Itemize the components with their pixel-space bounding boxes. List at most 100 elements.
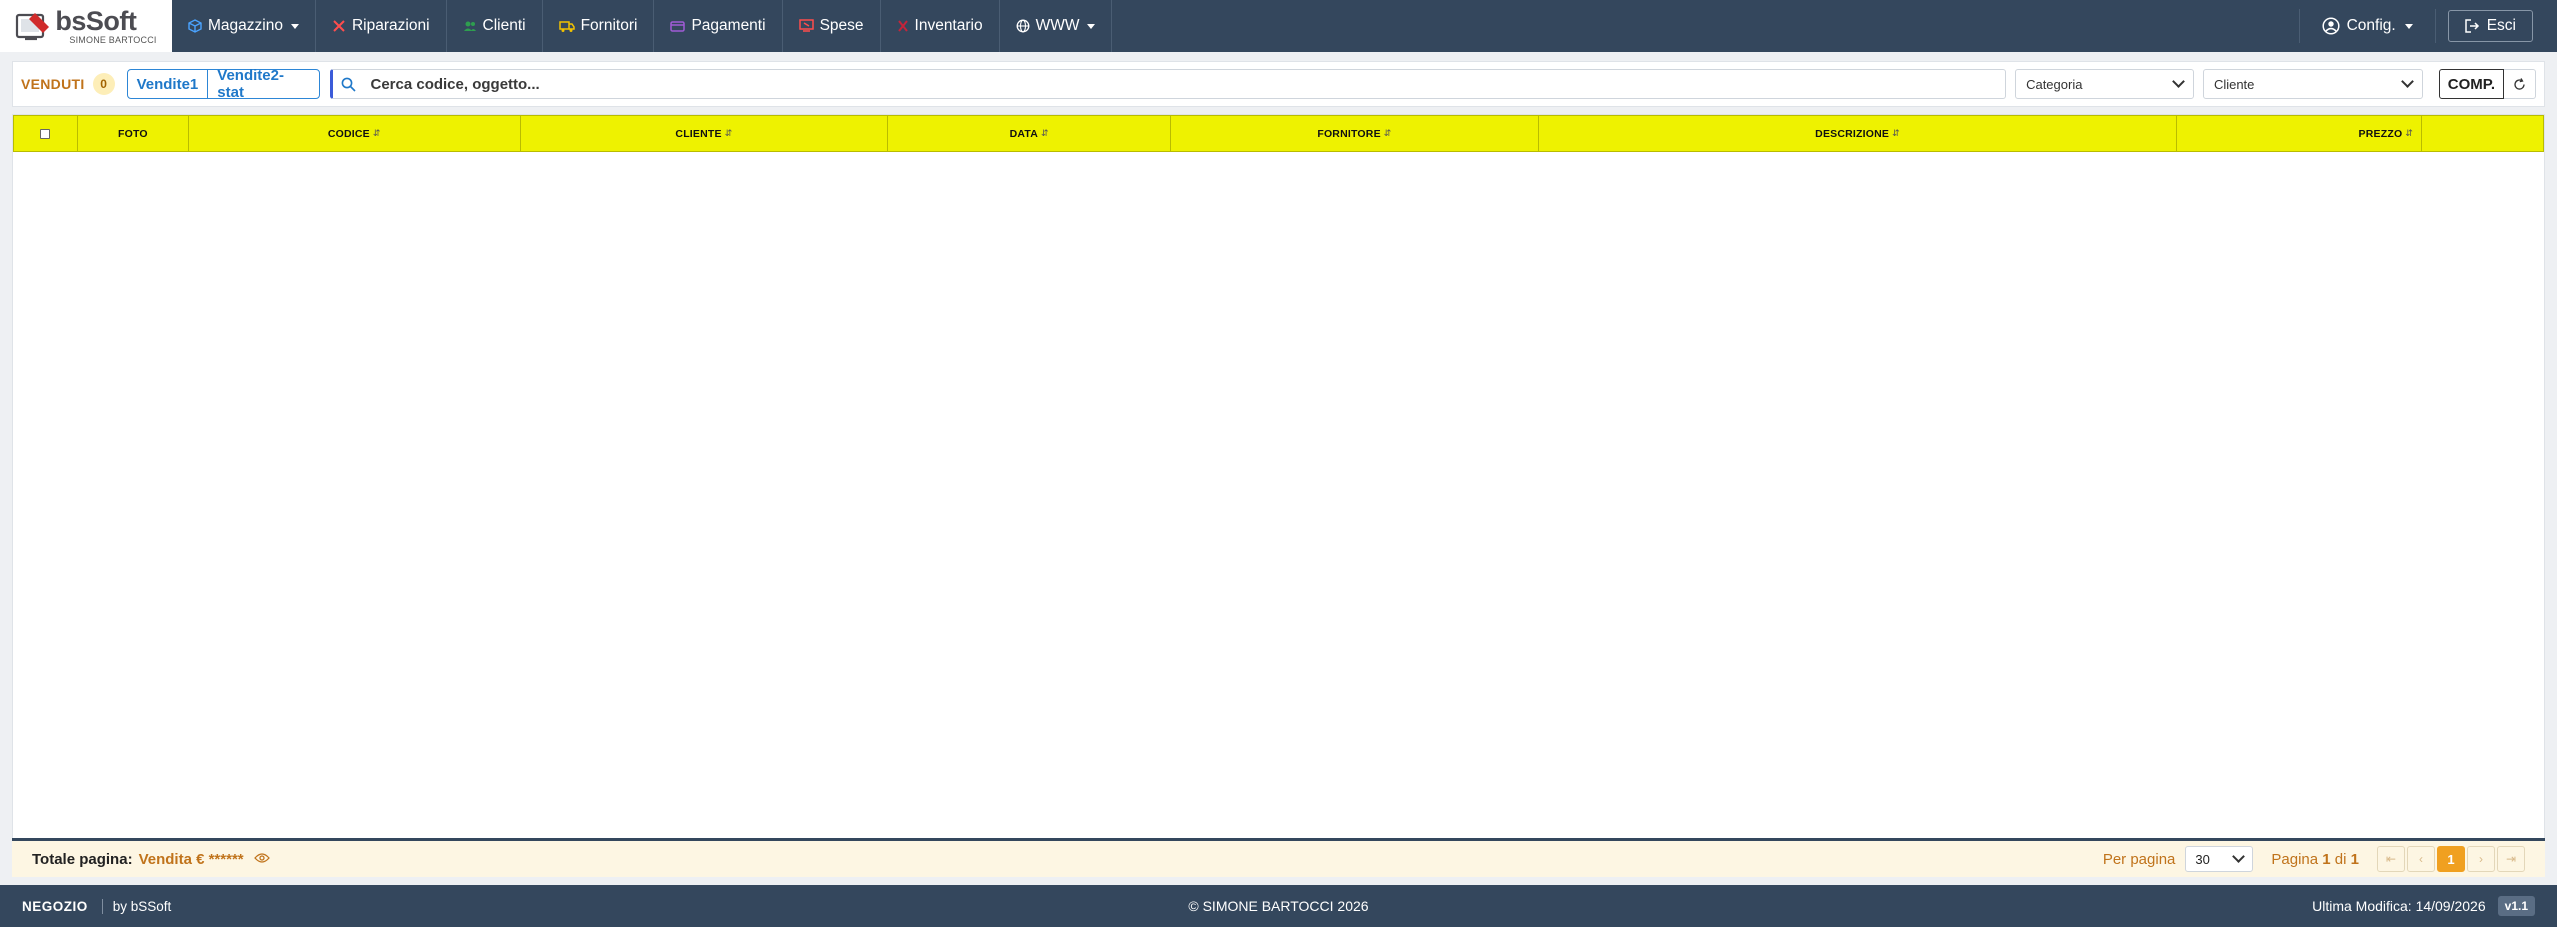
column-header-label: CLIENTE	[675, 127, 722, 140]
tools-icon	[333, 20, 345, 32]
next-page-button[interactable]: ›	[2467, 846, 2495, 872]
page-total-label: Totale pagina:	[32, 850, 133, 868]
sales-tab-group: Vendite1 Vendite2-stat	[126, 67, 321, 101]
nav-spese[interactable]: Spese	[783, 0, 881, 52]
column-header-label: CODICE	[327, 127, 370, 140]
users-icon	[463, 21, 476, 31]
sort-icon: ⇵	[1892, 128, 1900, 138]
shop-name: NEGOZIO	[22, 898, 88, 914]
search-icon	[342, 77, 357, 92]
nav-pagamenti[interactable]: Pagamenti	[654, 0, 783, 52]
sort-icon: ⇵	[1383, 128, 1392, 138]
brand-subtitle: SIMONE BARTOCCI	[69, 34, 157, 45]
nav-pagamenti-label: Pagamenti	[691, 17, 766, 34]
sort-icon: ⇵	[1041, 128, 1049, 138]
chevron-down-icon	[2404, 23, 2413, 29]
category-select[interactable]: Categoria	[2015, 69, 2194, 99]
totals-bar: Totale pagina: Vendita € ****** Per pagi…	[12, 838, 2545, 877]
sort-icon: ⇵	[724, 128, 733, 138]
nav-spese-label: Spese	[819, 17, 864, 34]
logout-button[interactable]: Esci	[2447, 10, 2533, 42]
nav-magazzino[interactable]: Magazzino	[172, 0, 316, 52]
column-header-label: FORNITORE	[1317, 127, 1381, 140]
client-select[interactable]: Cliente	[2202, 69, 2423, 99]
page-current: 1	[2322, 850, 2331, 868]
page-word: Pagina	[2271, 850, 2319, 868]
page-total-value: Vendita € ******	[138, 850, 244, 868]
column-header-codice[interactable]: CODICE ⇵	[189, 116, 521, 151]
column-header-label: PREZZO	[2358, 127, 2403, 140]
status-bar: NEGOZIO by bSSoft © SIMONE BARTOCCI 2026…	[0, 885, 2557, 927]
per-page-select[interactable]: 30	[2185, 846, 2254, 872]
nav-riparazioni[interactable]: Riparazioni	[316, 0, 447, 52]
tab-vendite1[interactable]: Vendite1	[128, 70, 208, 98]
column-header-descrizione[interactable]: DESCRIZIONE ⇵	[1539, 116, 2178, 151]
nav-fornitori[interactable]: Fornitori	[543, 0, 655, 52]
tab-vendite2-stat[interactable]: Vendite2-stat	[207, 67, 319, 101]
chevron-down-icon	[1087, 23, 1096, 29]
nav-fornitori-label: Fornitori	[580, 17, 638, 34]
nav-www-label: WWW	[1035, 17, 1080, 34]
nav-inventario[interactable]: Inventario	[881, 0, 1000, 52]
nav-riparazioni-label: Riparazioni	[351, 17, 430, 34]
pagination: Per pagina 30 Pagina 1 di 1 ⇤ ‹ 1 › ⇥	[2103, 846, 2525, 872]
user-circle-icon	[2322, 17, 2340, 35]
by-label: by bSSoft	[101, 898, 171, 914]
top-navbar: bsSoft SIMONE BARTOCCI Magazzino Riparaz…	[0, 0, 2557, 52]
client-select-value: Cliente	[2213, 76, 2255, 92]
nav-www[interactable]: WWW	[1000, 0, 1113, 52]
brand-name: bsSoft	[55, 5, 137, 36]
sort-icon: ⇵	[2405, 128, 2414, 138]
prev-page-button[interactable]: ‹	[2407, 846, 2435, 872]
search-box	[330, 69, 2007, 99]
select-all-cell	[14, 116, 78, 151]
config-label: Config.	[2346, 17, 2396, 34]
last-modified: Ultima Modifica: 14/09/2026	[2312, 898, 2486, 914]
logo-mark-icon	[15, 9, 51, 43]
truck-icon	[558, 21, 575, 32]
table-body	[13, 152, 2544, 798]
chevron-down-icon	[2172, 75, 2185, 88]
column-header-fornitore[interactable]: FORNITORE ⇵	[1171, 116, 1539, 151]
select-all-checkbox[interactable]	[40, 128, 51, 139]
config-menu[interactable]: Config.	[2298, 9, 2436, 43]
venduti-label: VENDUTI	[21, 76, 85, 92]
sales-table: FOTO CODICE ⇵ CLIENTE ⇵ DATA ⇵ FORNITORE…	[12, 114, 2545, 839]
venduti-count-badge: 0	[92, 73, 115, 95]
logout-label: Esci	[2486, 17, 2516, 34]
column-header-label: DESCRIZIONE	[1815, 127, 1890, 140]
column-header-actions	[2422, 116, 2543, 151]
column-header-prezzo[interactable]: PREZZO ⇵	[2177, 116, 2423, 151]
refresh-icon	[2514, 77, 2525, 90]
eye-icon[interactable]	[253, 851, 270, 868]
page-button-1[interactable]: 1	[2437, 846, 2465, 872]
brand-logo[interactable]: bsSoft SIMONE BARTOCCI	[0, 0, 172, 52]
copyright: © SIMONE BARTOCCI 2026	[1188, 898, 1369, 914]
chevron-down-icon	[2232, 850, 2246, 863]
box-icon	[188, 19, 202, 33]
page-indicator: Pagina 1 di 1	[2271, 851, 2359, 868]
chevron-down-icon	[290, 23, 299, 29]
globe-icon	[1016, 19, 1030, 33]
column-header-data[interactable]: DATA ⇵	[888, 116, 1172, 151]
column-header-foto: FOTO	[78, 116, 189, 151]
first-page-button[interactable]: ⇤	[2377, 846, 2405, 872]
nav-clienti-label: Clienti	[482, 17, 526, 34]
nav-magazzino-label: Magazzino	[208, 17, 283, 34]
logout-icon	[2464, 19, 2479, 33]
page-of: di	[2334, 850, 2347, 868]
sort-icon: ⇵	[372, 128, 381, 138]
category-select-value: Categoria	[2026, 76, 2083, 92]
refresh-button[interactable]	[2504, 69, 2536, 99]
nav-inventario-label: Inventario	[914, 17, 983, 34]
clipboard-icon	[897, 20, 908, 32]
nav-clienti[interactable]: Clienti	[447, 0, 543, 52]
chevron-down-icon	[2400, 75, 2414, 88]
column-header-cliente[interactable]: CLIENTE ⇵	[521, 116, 889, 151]
search-input[interactable]	[370, 75, 1971, 93]
filter-toolbar: VENDUTI 0 Vendite1 Vendite2-stat Categor…	[12, 61, 2545, 107]
table-header: FOTO CODICE ⇵ CLIENTE ⇵ DATA ⇵ FORNITORE…	[13, 115, 2544, 152]
last-page-button[interactable]: ⇥	[2497, 846, 2525, 872]
comp-button[interactable]: COMP.	[2438, 69, 2504, 99]
per-page-label: Per pagina	[2102, 850, 2176, 868]
